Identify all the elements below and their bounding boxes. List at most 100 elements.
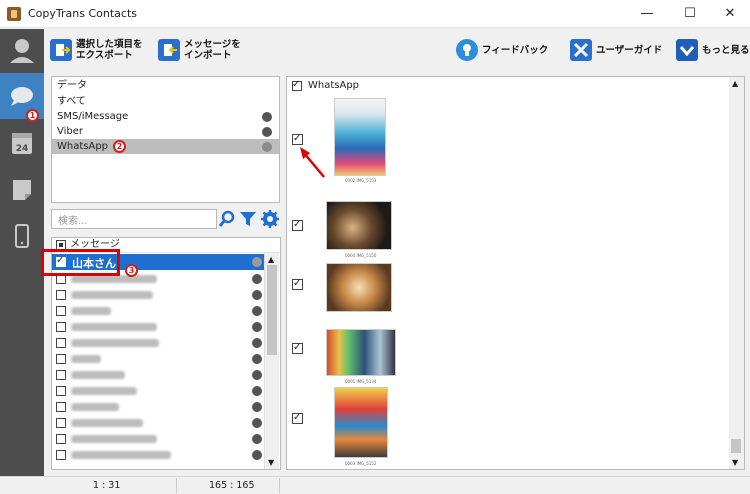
whatsapp-icon — [252, 257, 262, 267]
more-label: もっと見る — [702, 44, 750, 56]
contact-checkbox[interactable] — [56, 322, 66, 332]
contact-checkbox[interactable] — [56, 450, 66, 460]
search-icon — [218, 210, 235, 227]
scroll-up-icon[interactable]: ▲ — [732, 79, 738, 88]
photo-checkbox[interactable]: ✓ — [292, 278, 303, 290]
whatsapp-icon — [262, 142, 272, 152]
maximize-button[interactable]: ☐ — [676, 4, 704, 24]
user-guide-label: ユーザーガイド — [596, 44, 663, 56]
contact-row[interactable] — [52, 399, 265, 415]
whatsapp-icon — [252, 450, 262, 460]
contact-checkbox[interactable] — [56, 354, 66, 364]
whatsapp-icon — [252, 402, 262, 412]
category-whatsapp-label: WhatsApp — [57, 141, 109, 152]
whatsapp-icon — [252, 418, 262, 428]
feedback-label: フィードバック — [482, 44, 549, 56]
sidebar-item-device[interactable] — [0, 213, 44, 259]
contact-name-blurred — [71, 371, 125, 379]
photo-checkbox[interactable]: ✓ — [292, 412, 303, 424]
category-sms[interactable]: SMS/iMessage — [52, 109, 279, 124]
check-mark-icon: ✓ — [293, 219, 302, 230]
contact-row[interactable] — [52, 431, 265, 447]
sidebar-item-calendar[interactable]: 24 — [0, 121, 44, 167]
contact-row[interactable] — [52, 303, 265, 319]
attachments-scrollbar[interactable]: ▲ ▼ — [729, 77, 744, 469]
contact-checkbox[interactable] — [56, 370, 66, 380]
contact-name-blurred — [71, 355, 101, 363]
photo-checkbox[interactable]: ✓ — [292, 219, 303, 231]
scroll-thumb[interactable] — [267, 265, 277, 355]
step-badge-3: 3 — [125, 264, 138, 277]
settings-button[interactable] — [260, 209, 280, 229]
whatsapp-icon — [252, 370, 262, 380]
photo-checkbox[interactable]: ✓ — [292, 133, 303, 145]
contact-checkbox[interactable] — [56, 290, 66, 300]
calendar-icon: 24 — [12, 133, 32, 154]
photo-thumbnail[interactable] — [334, 98, 386, 176]
contact-row[interactable] — [52, 351, 265, 367]
sidebar: 1 24 — [0, 29, 44, 476]
feedback-button[interactable]: フィードバック — [456, 34, 548, 66]
contact-row[interactable] — [52, 287, 265, 303]
photo-thumbnail[interactable] — [334, 387, 388, 458]
contact-name-blurred — [71, 307, 111, 315]
check-mark-icon: ✓ — [292, 79, 301, 90]
category-viber[interactable]: Viber — [52, 124, 279, 139]
import-button[interactable]: メッセージを インポート — [158, 34, 241, 66]
user-guide-button[interactable]: ユーザーガイド — [570, 34, 662, 66]
contacts-scrollbar[interactable]: ▲ ▼ — [264, 253, 279, 469]
category-data[interactable]: データ — [52, 78, 279, 93]
photo-caption: 0002 IMG_5153 — [345, 178, 377, 183]
person-icon — [10, 39, 34, 63]
contact-checkbox[interactable] — [56, 434, 66, 444]
photo-thumbnail[interactable] — [326, 329, 396, 376]
search-input[interactable]: 検索... — [51, 209, 217, 229]
photo-checkbox[interactable]: ✓ — [292, 342, 303, 354]
partial-check-mark — [59, 243, 63, 247]
sidebar-item-contacts[interactable] — [0, 29, 44, 75]
attachments-header: ✓ WhatsApp — [292, 79, 359, 91]
app-logo-icon — [7, 7, 21, 21]
contact-name-blurred — [71, 387, 137, 395]
photo-thumbnail[interactable] — [326, 263, 392, 312]
minimize-button[interactable]: — — [633, 4, 661, 24]
scroll-down-icon[interactable]: ▼ — [268, 458, 274, 467]
whatsapp-icon — [252, 338, 262, 348]
contact-checkbox[interactable] — [56, 386, 66, 396]
status-divider — [176, 478, 177, 493]
search-button[interactable] — [217, 209, 237, 229]
more-button[interactable]: もっと見る — [676, 34, 750, 66]
filter-button[interactable] — [238, 209, 258, 229]
contact-checkbox[interactable] — [56, 338, 66, 348]
contact-row[interactable] — [52, 335, 265, 351]
scroll-up-icon[interactable]: ▲ — [268, 255, 274, 264]
close-button[interactable]: ✕ — [716, 4, 744, 24]
category-sms-label: SMS/iMessage — [57, 111, 129, 122]
category-all[interactable]: すべて — [52, 94, 279, 109]
scroll-down-icon[interactable]: ▼ — [732, 458, 738, 467]
contact-row[interactable] — [52, 447, 265, 463]
contact-name-blurred — [71, 403, 119, 411]
toolbar: 選択した項目を エクスポート メッセージを インポート フィードバック ユーザー… — [44, 29, 750, 71]
contact-name-blurred — [71, 323, 157, 331]
category-whatsapp[interactable]: WhatsApp — [52, 139, 279, 154]
photo-thumbnail[interactable] — [326, 201, 392, 250]
contact-row[interactable] — [52, 415, 265, 431]
contact-row[interactable] — [52, 383, 265, 399]
sidebar-item-notes[interactable] — [0, 167, 44, 213]
annotation-arrow-icon — [300, 147, 325, 178]
export-button[interactable]: 選択した項目を エクスポート — [50, 34, 143, 66]
photo-caption: 0003 IMG_5152 — [345, 461, 377, 466]
contact-checkbox[interactable] — [56, 306, 66, 316]
select-all-attachments-checkbox[interactable]: ✓ — [292, 79, 302, 91]
phone-icon — [15, 224, 29, 248]
contact-checkbox[interactable] — [56, 402, 66, 412]
sidebar-item-messages[interactable]: 1 — [0, 73, 44, 122]
contact-checkbox[interactable] — [56, 418, 66, 428]
chevron-down-icon — [676, 39, 698, 61]
contact-row[interactable] — [52, 319, 265, 335]
contact-row[interactable] — [52, 367, 265, 383]
window-title: CopyTrans Contacts — [28, 7, 137, 20]
lightbulb-icon — [456, 39, 478, 61]
scroll-thumb[interactable] — [731, 439, 741, 453]
